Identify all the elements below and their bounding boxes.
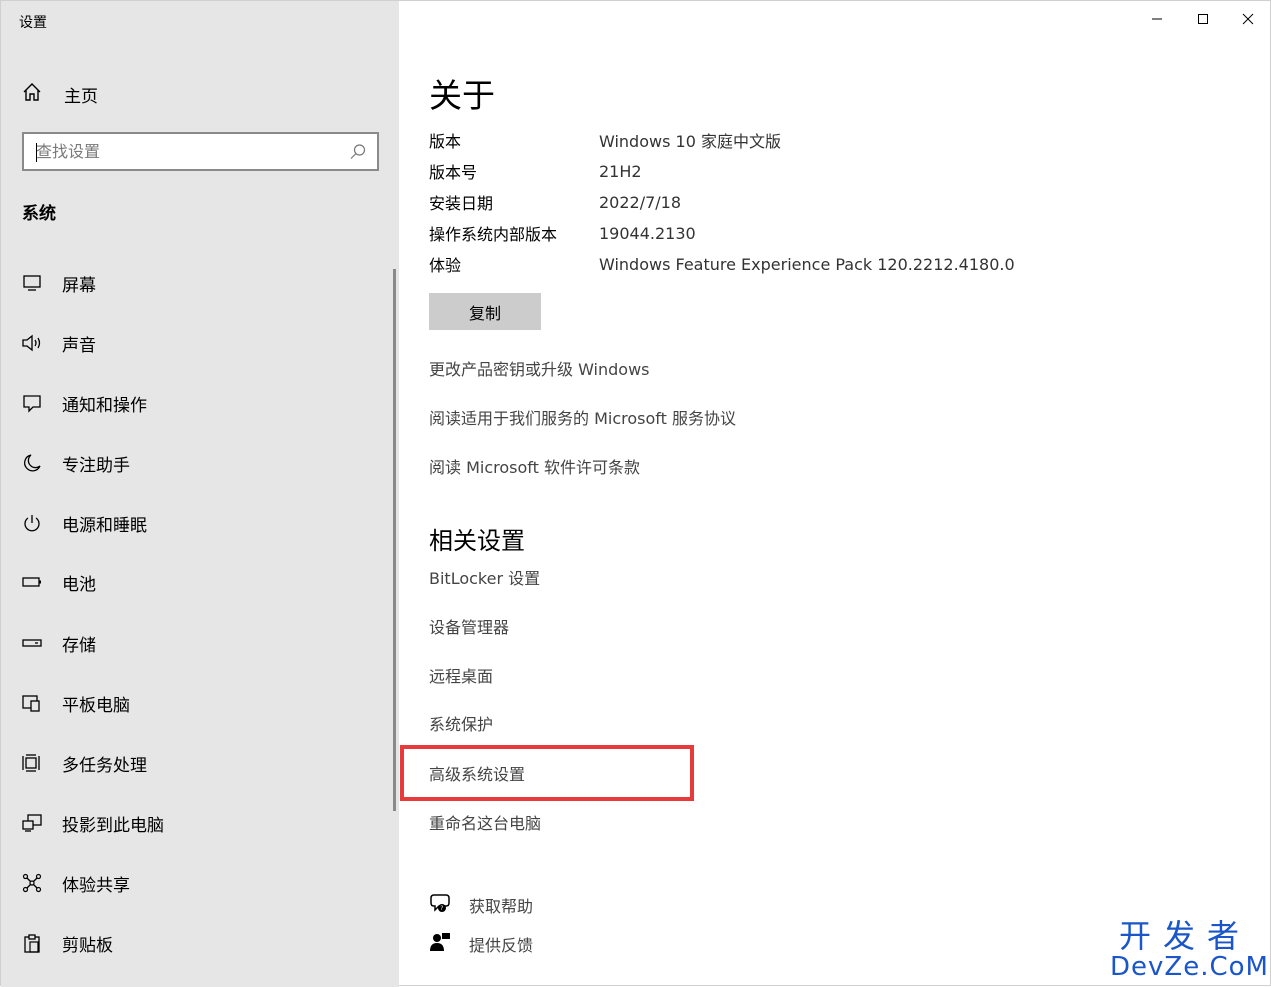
app-title: 设置	[19, 15, 47, 31]
text-caret	[36, 143, 37, 162]
related-settings-title: 相关设置	[429, 527, 525, 555]
maximize-icon	[1197, 10, 1209, 29]
spec-key: 安装日期	[429, 194, 494, 213]
close-icon	[1242, 10, 1254, 29]
spec-value: 19044.2130	[599, 223, 696, 243]
get-help-label: 获取帮助	[469, 897, 534, 916]
sidebar-item-tablet[interactable]: 平板电脑	[21, 688, 381, 718]
sidebar-item-project[interactable]: 投影到此电脑	[21, 808, 381, 838]
spec-value: Windows Feature Experience Pack 120.2212…	[599, 254, 1015, 274]
notification-icon	[21, 392, 43, 414]
feedback-link[interactable]: 提供反馈	[429, 931, 533, 957]
sidebar-item-label: 剪贴板	[62, 935, 113, 956]
sidebar-item-label: 体验共享	[62, 875, 130, 896]
spec-key: 版本号	[429, 163, 478, 182]
storage-icon	[21, 632, 43, 654]
search-input[interactable]	[36, 134, 336, 169]
link-change-product-key[interactable]: 更改产品密钥或升级 Windows	[429, 356, 650, 380]
sidebar-item-label: 专注助手	[62, 455, 130, 476]
sidebar-scrollbar[interactable]	[393, 269, 396, 811]
home-icon	[21, 81, 43, 107]
feedback-icon	[429, 931, 451, 957]
link-system-protection[interactable]: 系统保护	[429, 711, 493, 735]
speaker-icon	[21, 332, 43, 354]
sidebar-item-label: 电源和睡眠	[62, 515, 147, 536]
spec-row-os-build: 操作系统内部版本 19044.2130	[429, 221, 696, 245]
sidebar-item-label: 屏幕	[62, 275, 96, 296]
spec-row-edition: 版本 Windows 10 家庭中文版	[429, 128, 781, 152]
power-icon	[21, 512, 43, 534]
link-license-terms[interactable]: 阅读 Microsoft 软件许可条款	[429, 454, 640, 478]
spec-value: 2022/7/18	[599, 192, 682, 212]
copy-button[interactable]: 复制	[429, 293, 541, 330]
highlight-box	[400, 745, 694, 801]
monitor-icon	[21, 272, 43, 294]
watermark-line2: DevZe.CoM	[1110, 952, 1269, 982]
sidebar-item-label: 声音	[62, 335, 96, 356]
sidebar-item-focus-assist[interactable]: 专注助手	[21, 448, 381, 478]
sidebar-item-clipboard[interactable]: 剪贴板	[21, 928, 381, 958]
spec-value: 21H2	[599, 161, 642, 181]
project-icon	[21, 812, 43, 834]
spec-row-install-date: 安装日期 2022/7/18	[429, 190, 681, 214]
watermark-line1: 开发者	[1118, 917, 1251, 955]
svg-text:?: ?	[440, 905, 443, 912]
link-remote-desktop[interactable]: 远程桌面	[429, 663, 493, 687]
multitask-icon	[21, 752, 43, 774]
clipboard-icon	[21, 932, 43, 954]
close-button[interactable]	[1225, 7, 1271, 31]
sidebar-item-label: 存储	[62, 635, 96, 656]
share-icon	[21, 872, 43, 894]
get-help-link[interactable]: ? 获取帮助	[429, 892, 533, 918]
sidebar-item-label: 多任务处理	[62, 755, 147, 776]
spec-key: 版本	[429, 132, 462, 151]
feedback-label: 提供反馈	[469, 936, 534, 955]
sidebar-item-label: 投影到此电脑	[62, 815, 164, 836]
link-bitlocker[interactable]: BitLocker 设置	[429, 565, 540, 589]
search-icon[interactable]	[349, 143, 367, 165]
minimize-icon	[1151, 10, 1163, 29]
link-rename-pc[interactable]: 重命名这台电脑	[429, 810, 541, 834]
search-box[interactable]	[22, 132, 379, 171]
sidebar-item-storage[interactable]: 存储	[21, 628, 381, 658]
sidebar-item-label: 电池	[62, 574, 96, 595]
sidebar-item-notifications[interactable]: 通知和操作	[21, 388, 381, 418]
sidebar: 设置 主页 系统 屏幕 声音 通知和操作	[1, 1, 399, 987]
home-label: 主页	[64, 86, 98, 107]
minimize-button[interactable]	[1134, 7, 1180, 31]
moon-icon	[21, 452, 43, 474]
sidebar-item-power[interactable]: 电源和睡眠	[21, 508, 381, 538]
tablet-icon	[21, 692, 43, 714]
sidebar-item-sound[interactable]: 声音	[21, 328, 381, 358]
section-title: 系统	[22, 204, 56, 224]
watermark: 开发者 DevZe.CoM	[1110, 917, 1269, 982]
spec-value: Windows 10 家庭中文版	[599, 132, 781, 151]
spec-key: 操作系统内部版本	[429, 225, 558, 244]
sidebar-item-display[interactable]: 屏幕	[21, 268, 381, 298]
link-service-agreement[interactable]: 阅读适用于我们服务的 Microsoft 服务协议	[429, 405, 736, 429]
sidebar-item-battery[interactable]: 电池	[21, 567, 381, 597]
spec-key: 体验	[429, 256, 462, 275]
sidebar-item-label: 平板电脑	[62, 695, 130, 716]
sidebar-item-multitasking[interactable]: 多任务处理	[21, 748, 381, 778]
sidebar-item-label: 通知和操作	[62, 395, 147, 416]
sidebar-home[interactable]: 主页	[21, 81, 98, 107]
spec-row-experience: 体验 Windows Feature Experience Pack 120.2…	[429, 252, 1015, 276]
sidebar-item-shared-experiences[interactable]: 体验共享	[21, 868, 381, 898]
settings-window: 设置 主页 系统 屏幕 声音 通知和操作	[0, 0, 1271, 987]
spec-row-version: 版本号 21H2	[429, 159, 642, 183]
battery-icon	[21, 571, 43, 593]
link-device-manager[interactable]: 设备管理器	[429, 614, 509, 638]
maximize-button[interactable]	[1180, 7, 1226, 31]
page-title: 关于	[429, 76, 495, 115]
help-chat-icon: ?	[429, 892, 451, 918]
